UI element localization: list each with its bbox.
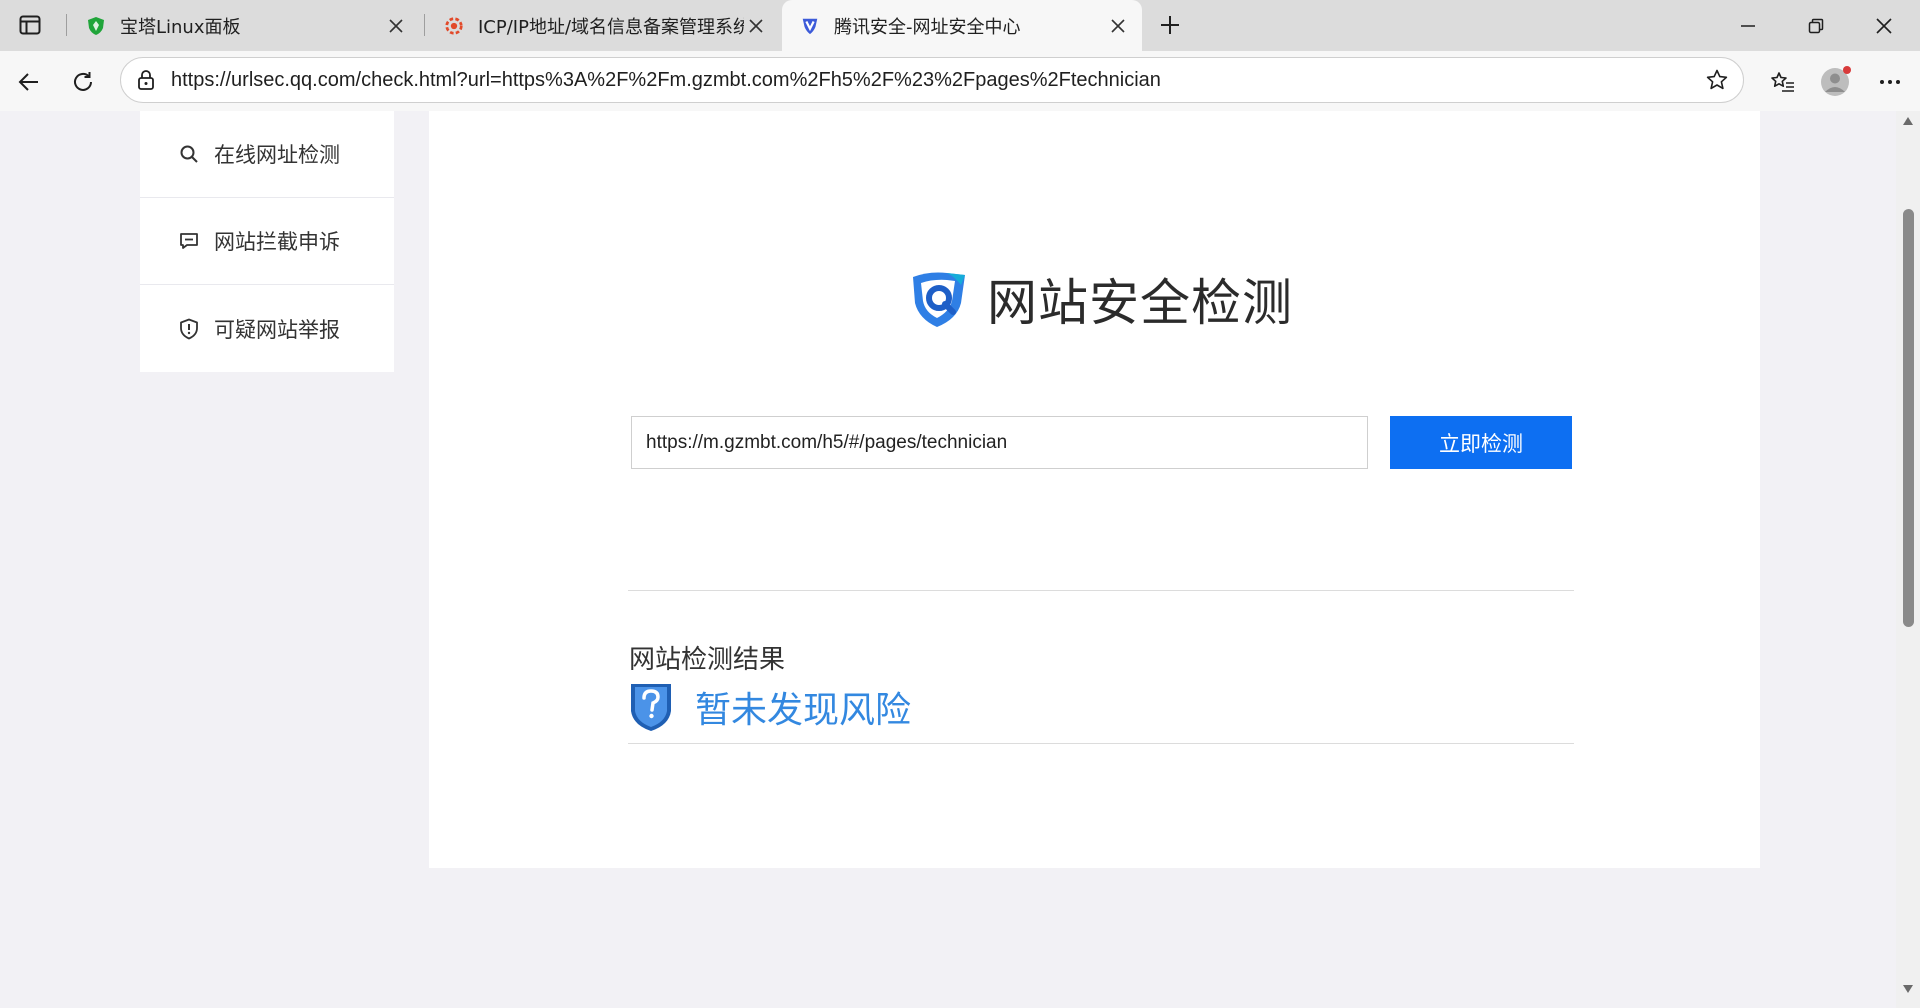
search-icon	[178, 143, 200, 165]
back-button[interactable]	[10, 63, 48, 101]
sidebar-item-report-site[interactable]: 可疑网站举报	[140, 285, 394, 372]
result-status-text: 暂未发现风险	[695, 690, 912, 731]
more-options-button[interactable]	[1871, 63, 1909, 101]
tab-title: ICP/IP地址/域名信息备案管理系统	[478, 16, 744, 38]
close-window-button[interactable]	[1850, 0, 1918, 51]
shield-alert-icon	[178, 318, 200, 340]
favorites-list-icon	[1771, 72, 1794, 92]
sidebar-nav: 在线网址检测 网站拦截申诉 可疑网站举报	[140, 111, 394, 372]
sidebar-item-label: 可疑网站举报	[214, 317, 340, 342]
sidebar-item-label: 网站拦截申诉	[214, 230, 340, 254]
favorites-button[interactable]	[1763, 63, 1801, 101]
sidebar-item-url-check[interactable]: 在线网址检测	[140, 111, 394, 198]
main-card: 网站安全检测 立即检测 网站检测结果 暂未发现风险	[429, 111, 1760, 868]
sidebar-item-block-appeal[interactable]: 网站拦截申诉	[140, 198, 394, 285]
result-heading: 网站检测结果	[629, 645, 786, 675]
question-shield-icon	[631, 684, 671, 731]
page-viewport: 在线网址检测 网站拦截申诉 可疑网站举报 网站安全检测 https://m.gz…	[6, 111, 1896, 1000]
chat-bubble-icon	[178, 230, 200, 252]
star-icon[interactable]	[1705, 68, 1729, 92]
tab-title: 宝塔Linux面板	[120, 16, 241, 38]
result-status: 暂未发现风险	[629, 681, 911, 733]
tab-tencent-security[interactable]: 腾讯安全-网址安全中心	[782, 0, 1142, 51]
address-bar[interactable]: https://urlsec.qq.com/check.html?url=htt…	[120, 57, 1744, 103]
tab-actions-button[interactable]	[14, 10, 46, 40]
address-url[interactable]: https://urlsec.qq.com/check.html?url=htt…	[171, 69, 1161, 92]
page-scrollbar[interactable]	[1896, 111, 1920, 1008]
plus-icon	[1161, 16, 1179, 34]
close-icon[interactable]	[1106, 14, 1130, 38]
miit-emblem-icon	[444, 16, 464, 36]
close-icon[interactable]	[384, 14, 408, 38]
brand-header: 网站安全检测	[907, 263, 1293, 335]
tencent-security-logo	[913, 272, 965, 327]
sidebar-panel-icon	[19, 15, 41, 35]
scroll-up-arrow-icon[interactable]	[1902, 115, 1914, 127]
scrollbar-thumb[interactable]	[1903, 209, 1914, 627]
page-title: 网站安全检测	[987, 274, 1293, 332]
tab-baota[interactable]: 宝塔Linux面板	[68, 0, 420, 51]
restore-button[interactable]	[1782, 0, 1850, 51]
profile-button[interactable]	[1816, 63, 1854, 101]
restore-icon	[1808, 18, 1824, 33]
scroll-down-arrow-icon[interactable]	[1902, 983, 1914, 995]
tab-icp-beian[interactable]: ICP/IP地址/域名信息备案管理系统	[426, 0, 780, 51]
sidebar-item-label: 在线网址检测	[214, 143, 340, 167]
tencent-security-icon	[800, 16, 820, 36]
new-tab-button[interactable]	[1153, 9, 1187, 41]
browser-toolbar: https://urlsec.qq.com/check.html?url=htt…	[0, 51, 1920, 111]
notification-dot	[1843, 66, 1851, 74]
tab-separator	[424, 14, 425, 36]
divider	[628, 743, 1574, 744]
close-icon[interactable]	[744, 14, 768, 38]
minimize-button[interactable]	[1714, 0, 1782, 51]
divider	[628, 590, 1574, 591]
close-icon	[1876, 17, 1892, 34]
tab-title: 腾讯安全-网址安全中心	[834, 16, 1021, 38]
tab-separator	[66, 14, 67, 36]
refresh-icon	[74, 72, 92, 91]
check-now-button[interactable]: 立即检测	[1390, 416, 1572, 469]
arrow-left-icon	[18, 73, 38, 91]
url-check-input[interactable]	[631, 416, 1368, 469]
refresh-button[interactable]	[64, 63, 102, 101]
tab-strip: 宝塔Linux面板 ICP/IP地址/域名信息备案管理系统 腾讯安全-网址安全中…	[0, 0, 1920, 51]
lock-icon[interactable]	[135, 69, 157, 91]
baota-shield-icon	[86, 16, 106, 36]
minimize-icon	[1741, 24, 1755, 27]
more-horizontal-icon	[1880, 80, 1900, 84]
